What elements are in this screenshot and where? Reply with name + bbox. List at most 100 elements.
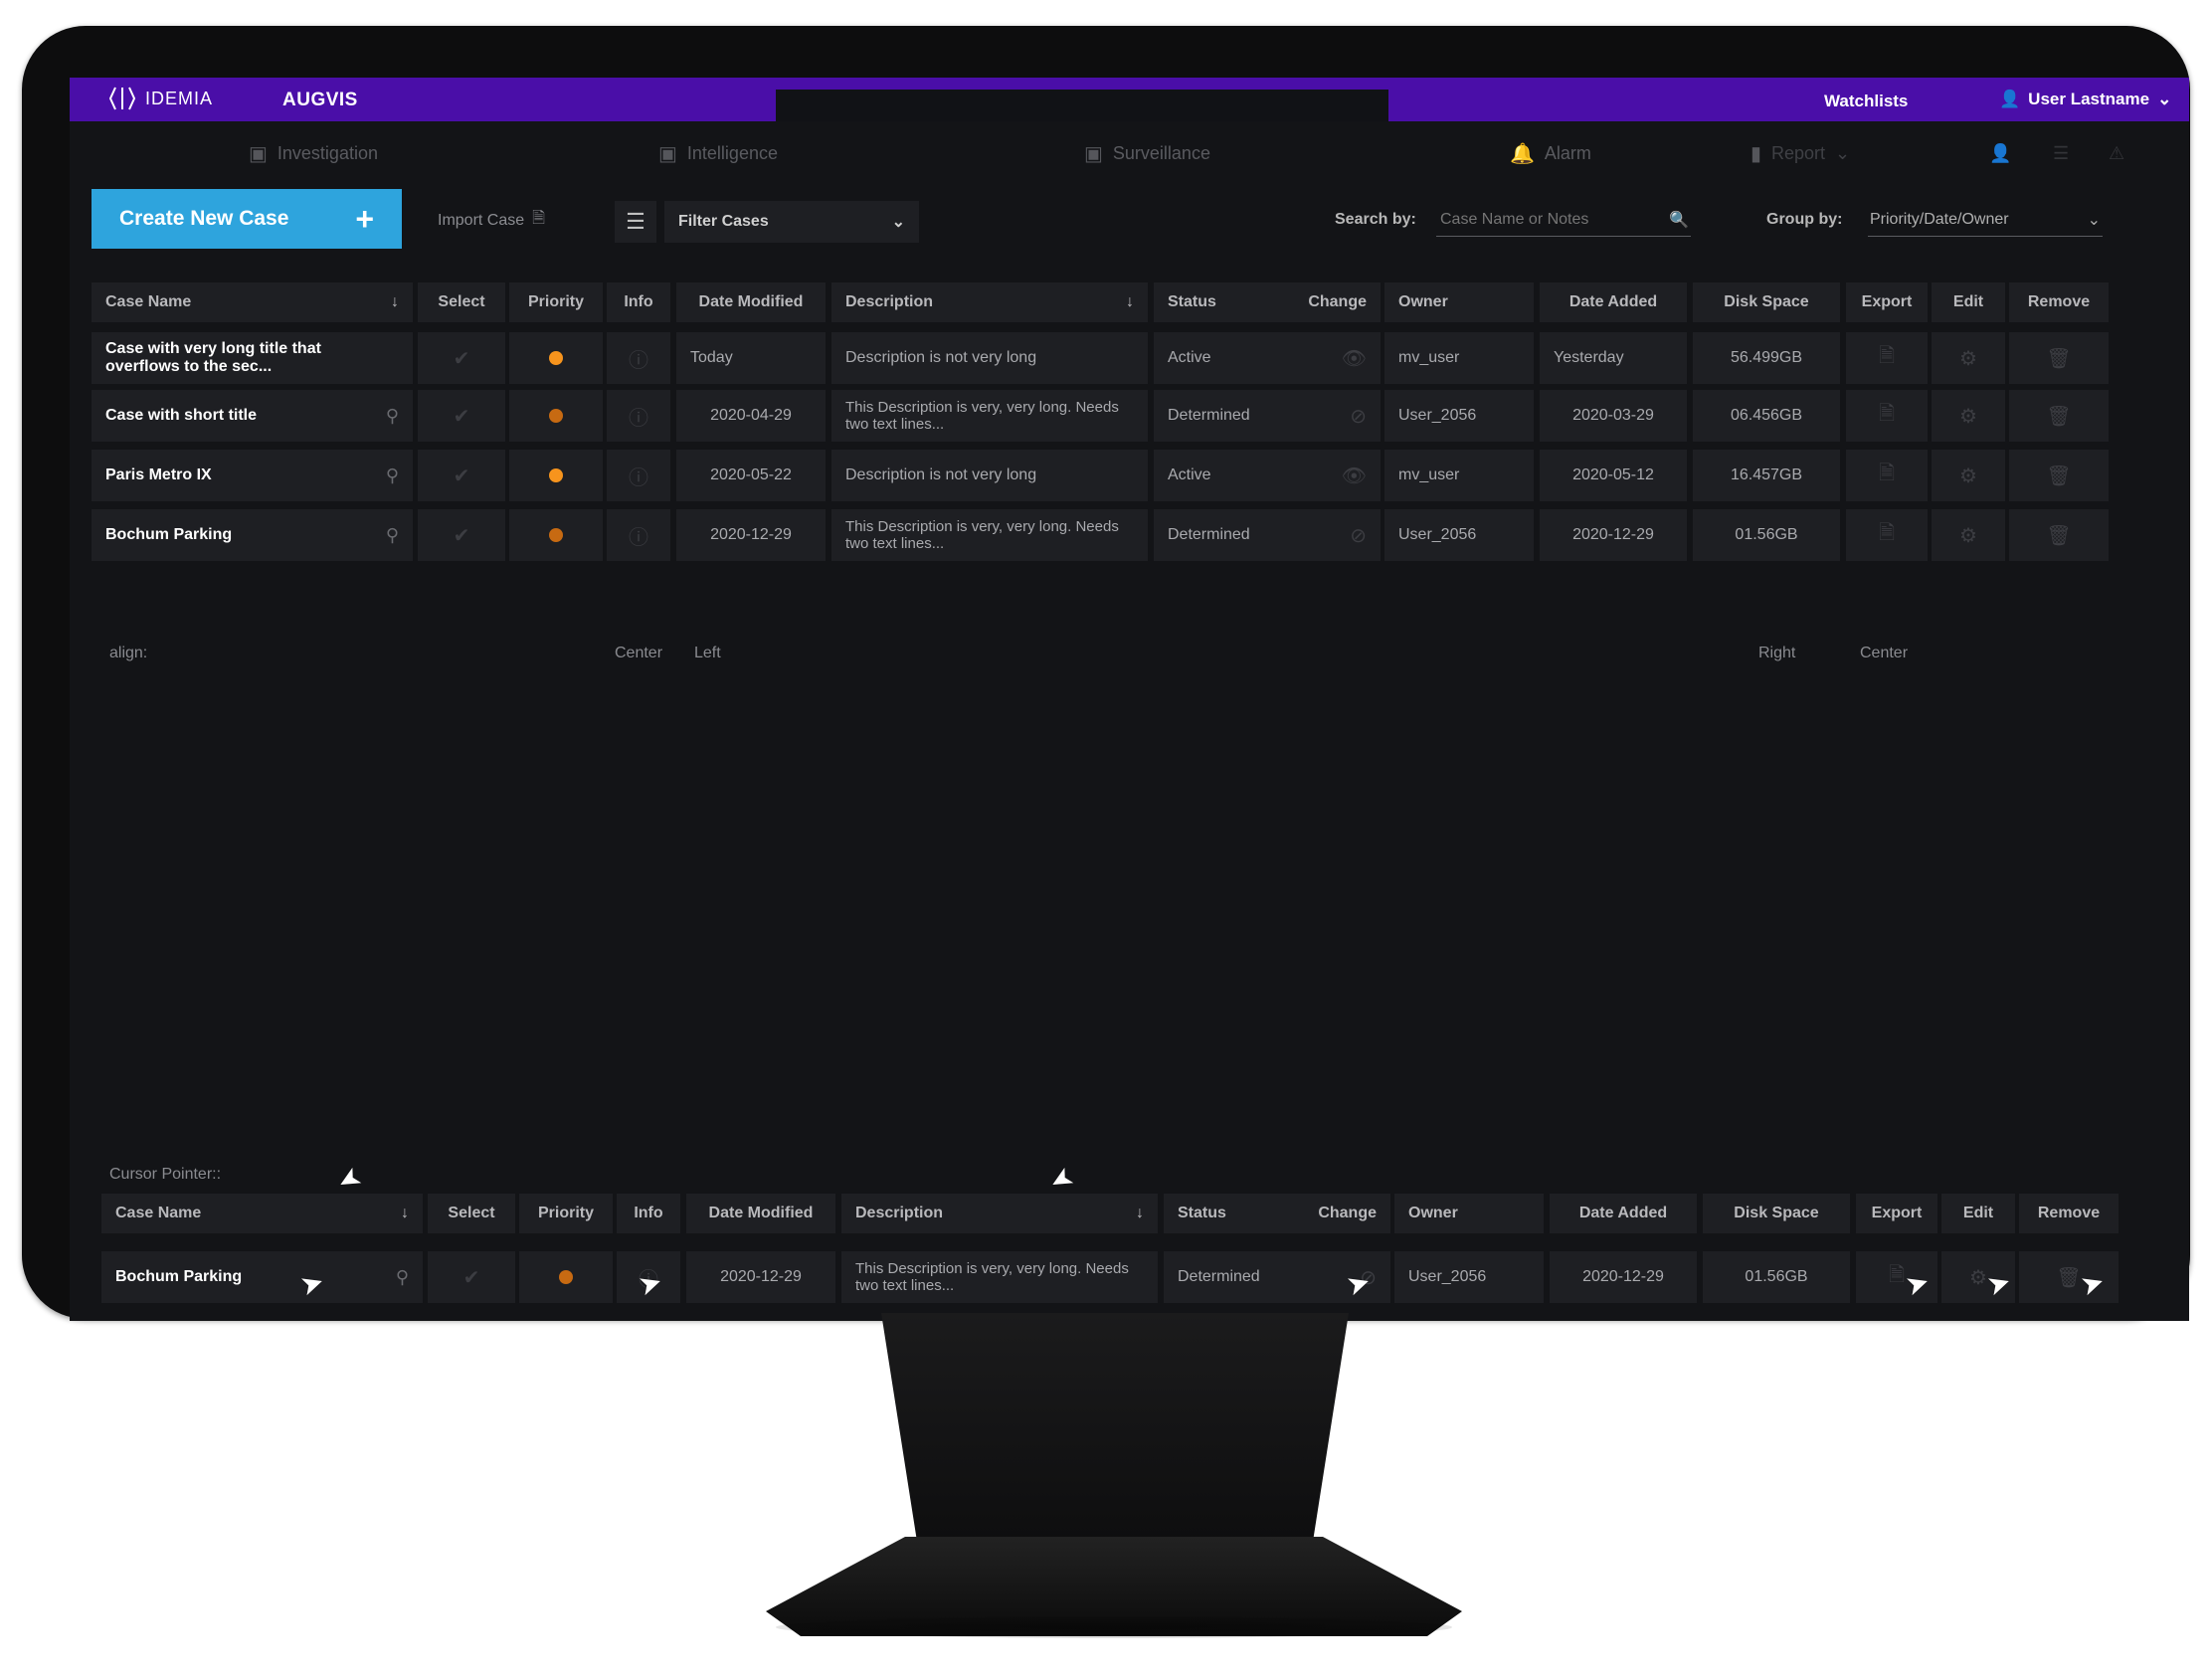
- group-by-value: Priority/Date/Owner: [1870, 210, 2009, 228]
- sort-down-icon[interactable]: ↓: [1136, 1205, 1144, 1222]
- export-cell[interactable]: 🗎: [1846, 450, 1928, 501]
- disk-space-cell: 56.499GB: [1693, 332, 1840, 384]
- select-cell[interactable]: ✔: [418, 390, 505, 442]
- export-icon[interactable]: 🗎: [1879, 459, 1895, 492]
- priority-dot: [549, 351, 563, 365]
- top-bar-tab-gap: [776, 90, 1388, 121]
- date-modified-cell: 2020-12-29: [686, 1251, 835, 1303]
- export-cell[interactable]: 🗎: [1846, 332, 1928, 384]
- info-cell[interactable]: ⓘ: [607, 450, 670, 501]
- sort-down-icon[interactable]: ↓: [1126, 293, 1134, 311]
- header-disk-space[interactable]: Disk Space: [1703, 1194, 1850, 1233]
- info-cell[interactable]: ⓘ: [607, 332, 670, 384]
- edit-cell[interactable]: ⚙: [1932, 450, 2005, 501]
- gear-icon[interactable]: ⚙: [1959, 346, 1977, 371]
- search-icon[interactable]: 🔍: [1669, 210, 1689, 230]
- header-case-name[interactable]: Case Name ↓: [92, 282, 413, 322]
- gear-icon[interactable]: ⚙: [1959, 464, 1977, 488]
- user-icon: 👤: [1999, 90, 2021, 108]
- nav-intelligence[interactable]: ▣ Intelligence: [658, 137, 778, 169]
- eye-icon[interactable]: 👁: [1342, 346, 1367, 371]
- eye-off-icon[interactable]: ⊘: [1350, 523, 1367, 548]
- import-file-icon: 🗎: [532, 210, 546, 227]
- header-description[interactable]: Description ↓: [831, 282, 1148, 322]
- gear-icon[interactable]: ⚙: [1959, 523, 1977, 548]
- create-new-case-button[interactable]: Create New Case +: [92, 189, 402, 249]
- filter-cases-dropdown[interactable]: Filter Cases ⌄: [664, 201, 919, 243]
- header-status[interactable]: Status Change: [1154, 282, 1381, 322]
- remove-cell[interactable]: 🗑: [2009, 509, 2109, 561]
- logo: IDEMIA: [107, 86, 213, 111]
- info-icon[interactable]: ⓘ: [629, 462, 648, 490]
- nav-investigation[interactable]: ▣ Investigation: [249, 137, 378, 169]
- trash-icon[interactable]: 🗑: [2046, 404, 2071, 429]
- nav-surveillance[interactable]: ▣ Surveillance: [1084, 137, 1210, 169]
- nav-user-icon[interactable]: 👤: [1989, 137, 2011, 169]
- edit-cell[interactable]: ⚙: [1932, 390, 2005, 442]
- import-case-button[interactable]: Import Case 🗎: [438, 207, 545, 234]
- nav-list-icon[interactable]: ☰: [2053, 137, 2069, 169]
- remove-cell[interactable]: 🗑: [2009, 390, 2109, 442]
- header-case-name[interactable]: Case Name ↓: [101, 1194, 423, 1233]
- info-icon[interactable]: ⓘ: [629, 521, 648, 550]
- remove-cell[interactable]: 🗑: [2009, 450, 2109, 501]
- header-export: Export: [1856, 1194, 1937, 1233]
- user-menu[interactable]: 👤 User Lastname ⌄: [1999, 90, 2171, 109]
- check-circle-icon[interactable]: ✔: [454, 523, 470, 548]
- check-circle-icon[interactable]: ✔: [454, 346, 470, 371]
- remove-cell[interactable]: 🗑: [2009, 332, 2109, 384]
- header-disk-space[interactable]: Disk Space: [1693, 282, 1840, 322]
- header-priority[interactable]: Priority: [519, 1194, 613, 1233]
- trash-icon[interactable]: 🗑: [2046, 346, 2071, 371]
- check-circle-icon[interactable]: ✔: [463, 1265, 480, 1290]
- export-cell[interactable]: 🗎: [1846, 390, 1928, 442]
- select-cell[interactable]: ✔: [418, 332, 505, 384]
- nav-surveillance-label: Surveillance: [1112, 142, 1210, 163]
- trash-icon[interactable]: 🗑: [2046, 464, 2071, 488]
- info-icon[interactable]: ⓘ: [629, 402, 648, 431]
- select-cell[interactable]: ✔: [418, 450, 505, 501]
- info-icon[interactable]: ⓘ: [629, 344, 648, 373]
- header-owner[interactable]: Owner: [1394, 1194, 1544, 1233]
- priority-dot: [549, 409, 563, 423]
- header-owner[interactable]: Owner: [1384, 282, 1534, 322]
- eye-off-icon[interactable]: ⊘: [1350, 404, 1367, 429]
- plus-icon: +: [355, 200, 374, 237]
- sort-down-icon[interactable]: ↓: [401, 1205, 409, 1222]
- header-status[interactable]: Status Change: [1164, 1194, 1390, 1233]
- edit-cell[interactable]: ⚙: [1932, 509, 2005, 561]
- export-icon[interactable]: 🗎: [1879, 341, 1895, 375]
- menu-icon[interactable]: ☰: [615, 201, 656, 243]
- header-date-added[interactable]: Date Added: [1540, 282, 1687, 322]
- owner-cell: User_2056: [1384, 509, 1534, 561]
- trash-icon[interactable]: 🗑: [2046, 523, 2071, 548]
- check-circle-icon[interactable]: ✔: [454, 404, 470, 429]
- nav-warning-icon[interactable]: ⚠: [2109, 137, 2124, 169]
- disk-space-cell: 01.56GB: [1693, 509, 1840, 561]
- select-cell[interactable]: ✔: [428, 1251, 515, 1303]
- header-priority[interactable]: Priority: [509, 282, 603, 322]
- check-circle-icon[interactable]: ✔: [454, 464, 470, 488]
- search-input[interactable]: [1438, 209, 1641, 230]
- edit-cell[interactable]: ⚙: [1932, 332, 2005, 384]
- watchlists-link[interactable]: Watchlists: [1824, 92, 1908, 111]
- export-icon[interactable]: 🗎: [1879, 399, 1895, 433]
- export-icon[interactable]: 🗎: [1879, 518, 1895, 552]
- select-cell[interactable]: ✔: [418, 509, 505, 561]
- info-cell[interactable]: ⓘ: [607, 390, 670, 442]
- group-by-select[interactable]: Priority/Date/Owner ⌄: [1868, 203, 2103, 237]
- camera-icon: ⚲: [395, 1266, 409, 1287]
- info-cell[interactable]: ⓘ: [607, 509, 670, 561]
- nav-report[interactable]: ▮ Report ⌄: [1751, 137, 1850, 169]
- nav-alarm[interactable]: 🔔 Alarm: [1510, 137, 1591, 169]
- header-description[interactable]: Description ↓: [841, 1194, 1158, 1233]
- idemia-logo-icon: [108, 87, 136, 110]
- eye-icon[interactable]: 👁: [1342, 464, 1367, 488]
- sort-down-icon[interactable]: ↓: [391, 293, 399, 311]
- gear-icon[interactable]: ⚙: [1959, 404, 1977, 429]
- export-cell[interactable]: 🗎: [1846, 509, 1928, 561]
- filter-bar: ☰ Filter Cases ⌄: [615, 201, 919, 243]
- header-date-modified[interactable]: Date Modified: [686, 1194, 835, 1233]
- header-date-added[interactable]: Date Added: [1550, 1194, 1697, 1233]
- header-date-modified[interactable]: Date Modified: [676, 282, 826, 322]
